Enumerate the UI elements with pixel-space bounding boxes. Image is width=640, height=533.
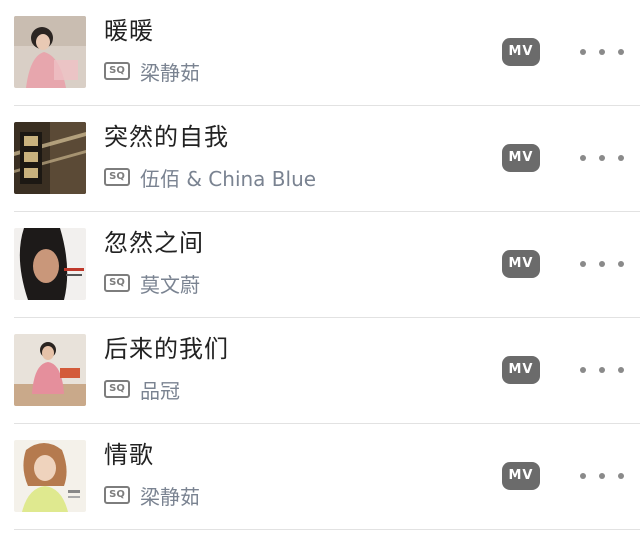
artist-name[interactable]: 莫文蔚 [140,269,200,298]
dot-icon [599,261,605,267]
album-cover-icon [14,440,86,512]
dot-icon [618,155,624,161]
song-row[interactable]: 忽然之间 SQ 莫文蔚 MV [0,212,640,318]
mv-button[interactable]: MV [502,38,540,66]
more-options-button[interactable] [580,46,624,58]
mv-button[interactable]: MV [502,462,540,490]
dot-icon [599,367,605,373]
album-cover-icon [14,16,86,88]
sq-quality-badge: SQ [104,168,130,186]
dot-icon [599,49,605,55]
artist-name[interactable]: 梁静茹 [140,57,200,86]
song-list: 暖暖 SQ 梁静茹 MV 突然的自我 SQ 伍佰 & China Blue MV… [0,0,640,533]
song-meta: SQ 莫文蔚 [104,268,200,298]
artist-name[interactable]: 品冠 [140,375,180,404]
song-meta: SQ 梁静茹 [104,56,200,86]
row-divider [14,529,640,530]
more-options-button[interactable] [580,470,624,482]
song-meta: SQ 品冠 [104,374,180,404]
album-cover[interactable] [14,440,86,512]
album-cover[interactable] [14,228,86,300]
dot-icon [580,155,586,161]
dot-icon [580,49,586,55]
more-options-button[interactable] [580,364,624,376]
song-title[interactable]: 突然的自我 [104,120,229,154]
more-options-button[interactable] [580,152,624,164]
album-cover[interactable] [14,16,86,88]
album-cover-icon [14,228,86,300]
more-options-button[interactable] [580,258,624,270]
dot-icon [618,261,624,267]
dot-icon [580,473,586,479]
sq-quality-badge: SQ [104,486,130,504]
song-title[interactable]: 情歌 [104,438,154,472]
album-cover[interactable] [14,334,86,406]
dot-icon [599,473,605,479]
song-row[interactable]: 暖暖 SQ 梁静茹 MV [0,0,640,106]
dot-icon [599,155,605,161]
dot-icon [580,367,586,373]
song-title[interactable]: 暖暖 [104,14,154,48]
album-cover[interactable] [14,122,86,194]
song-title[interactable]: 后来的我们 [104,332,229,366]
dot-icon [618,473,624,479]
mv-button[interactable]: MV [502,356,540,384]
sq-quality-badge: SQ [104,380,130,398]
artist-name[interactable]: 伍佰 & China Blue [140,163,316,192]
song-title[interactable]: 忽然之间 [104,226,204,260]
song-row[interactable]: 后来的我们 SQ 品冠 MV [0,318,640,424]
dot-icon [618,367,624,373]
song-meta: SQ 梁静茹 [104,480,200,510]
sq-quality-badge: SQ [104,274,130,292]
song-row[interactable]: 突然的自我 SQ 伍佰 & China Blue MV [0,106,640,212]
album-cover-icon [14,122,86,194]
song-meta: SQ 伍佰 & China Blue [104,162,316,192]
dot-icon [580,261,586,267]
mv-button[interactable]: MV [502,250,540,278]
dot-icon [618,49,624,55]
album-cover-icon [14,334,86,406]
artist-name[interactable]: 梁静茹 [140,481,200,510]
mv-button[interactable]: MV [502,144,540,172]
sq-quality-badge: SQ [104,62,130,80]
song-row[interactable]: 情歌 SQ 梁静茹 MV [0,424,640,530]
